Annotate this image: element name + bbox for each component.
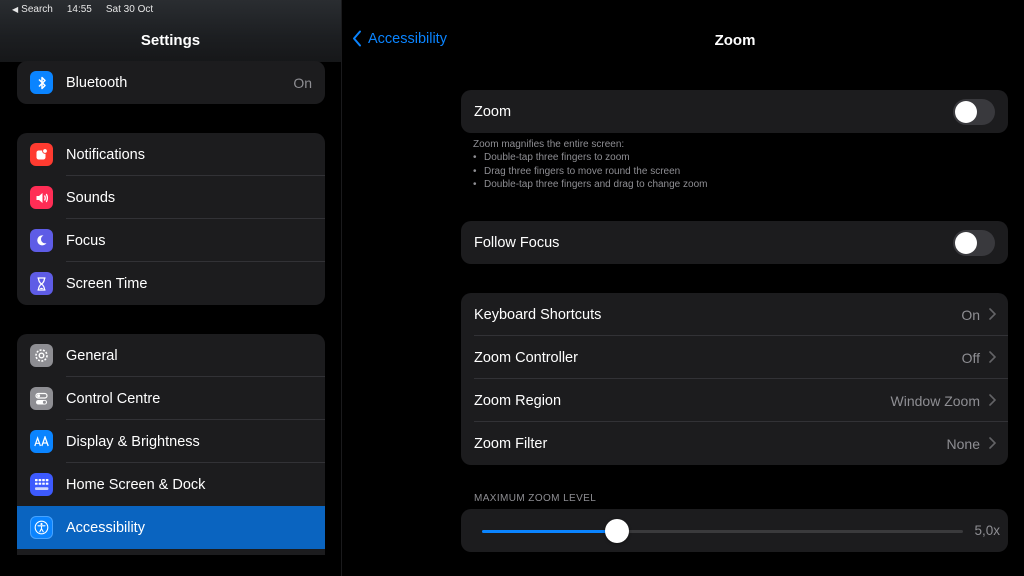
sidebar-item-focus[interactable]: Focus bbox=[17, 219, 325, 262]
sidebar-header: ◀ Search 14:55 Sat 30 Oct Settings bbox=[0, 0, 341, 62]
sidebar-item-label: General bbox=[66, 347, 118, 364]
sidebar-item-home-screen-dock[interactable]: Home Screen & Dock bbox=[17, 463, 325, 506]
sidebar-item-label: Bluetooth bbox=[66, 74, 128, 91]
option-value: None bbox=[946, 435, 980, 452]
focus-moon-icon bbox=[30, 229, 53, 252]
sidebar-item-label: Control Centre bbox=[66, 390, 161, 407]
zoom-label: Zoom bbox=[474, 103, 512, 120]
control-centre-icon bbox=[30, 387, 53, 410]
back-button[interactable]: Accessibility bbox=[352, 30, 447, 47]
footnote-bullet: Double-tap three fingers and drag to cha… bbox=[473, 178, 993, 192]
chevron-right-icon bbox=[989, 350, 997, 366]
display-aa-icon bbox=[30, 430, 53, 453]
accessibility-icon bbox=[30, 516, 53, 539]
sidebar-item-value: On bbox=[293, 74, 312, 91]
sidebar-item-notifications[interactable]: Notifications bbox=[17, 133, 325, 176]
sidebar-group-connectivity: Bluetooth On bbox=[17, 61, 325, 104]
slider-thumb[interactable] bbox=[605, 519, 629, 543]
option-value: Off bbox=[961, 349, 980, 366]
option-value: On bbox=[961, 306, 980, 323]
footnote-heading: Zoom magnifies the entire screen: bbox=[473, 139, 625, 150]
toggle-knob bbox=[955, 100, 977, 123]
sidebar-item-general[interactable]: General bbox=[17, 334, 325, 377]
slider-fill bbox=[482, 530, 617, 533]
zoom-card: Zoom bbox=[461, 90, 1008, 133]
sidebar-group-notifications: Notifications Sounds Focus Screen Time bbox=[17, 133, 325, 305]
bluetooth-icon bbox=[30, 71, 53, 94]
option-value: Window Zoom bbox=[890, 392, 980, 409]
sidebar-item-display-brightness[interactable]: Display & Brightness bbox=[17, 420, 325, 463]
footnote-bullet: Double-tap three fingers to zoom bbox=[473, 151, 993, 165]
sidebar-title: Settings bbox=[140, 32, 201, 49]
follow-focus-label: Follow Focus bbox=[474, 234, 560, 251]
chevron-right-icon bbox=[989, 393, 997, 409]
zoom-toggle[interactable] bbox=[953, 98, 995, 125]
zoom-filter-row[interactable]: Zoom Filter None bbox=[461, 422, 1008, 465]
chevron-left-icon bbox=[353, 30, 361, 47]
option-label: Zoom Region bbox=[474, 392, 562, 409]
sidebar-item-accessibility[interactable]: Accessibility bbox=[17, 506, 325, 549]
option-label: Zoom Filter bbox=[474, 435, 548, 452]
max-zoom-card: 5,0x bbox=[461, 509, 1008, 552]
sidebar-item-bluetooth[interactable]: Bluetooth On bbox=[17, 61, 325, 104]
zoom-region-row[interactable]: Zoom Region Window Zoom bbox=[461, 379, 1008, 422]
sidebar-item-label: Notifications bbox=[66, 146, 145, 163]
notifications-icon bbox=[30, 143, 53, 166]
max-zoom-slider[interactable] bbox=[482, 519, 963, 543]
zoom-footnote: Zoom magnifies the entire screen: Double… bbox=[473, 138, 993, 191]
keyboard-shortcuts-row[interactable]: Keyboard Shortcuts On bbox=[461, 293, 1008, 336]
sidebar-item-label: Home Screen & Dock bbox=[66, 476, 206, 493]
follow-focus-card: Follow Focus bbox=[461, 221, 1008, 264]
sidebar-group-general: General Control Centre Display & Brightn… bbox=[17, 334, 325, 555]
chevron-right-icon bbox=[989, 436, 997, 452]
sidebar-item-label: Display & Brightness bbox=[66, 433, 200, 450]
back-triangle-icon: ◀ bbox=[12, 5, 19, 14]
detail-pane: Accessibility Zoom Zoom Zoom magnifies t… bbox=[342, 0, 1024, 576]
back-app-label: Search bbox=[21, 4, 53, 15]
sidebar-item-label: Accessibility bbox=[66, 519, 145, 536]
home-grid-icon bbox=[30, 473, 53, 496]
max-zoom-header: MAXIMUM ZOOM LEVEL bbox=[474, 493, 597, 504]
zoom-row: Zoom bbox=[461, 90, 1008, 133]
gear-icon bbox=[30, 344, 53, 367]
back-button-label: Accessibility bbox=[368, 30, 447, 47]
back-to-search-link[interactable]: ◀ Search bbox=[12, 4, 53, 15]
hourglass-icon bbox=[30, 272, 53, 295]
sounds-icon bbox=[30, 186, 53, 209]
follow-focus-row: Follow Focus bbox=[461, 221, 1008, 264]
chevron-right-icon bbox=[989, 307, 997, 323]
sidebar-item-control-centre[interactable]: Control Centre bbox=[17, 377, 325, 420]
sidebar-item-sounds[interactable]: Sounds bbox=[17, 176, 325, 219]
status-bar: ◀ Search 14:55 Sat 30 Oct bbox=[12, 4, 153, 15]
status-time: 14:55 bbox=[66, 4, 92, 15]
sidebar-item-label: Focus bbox=[66, 232, 106, 249]
sidebar-item-label: Screen Time bbox=[66, 275, 148, 292]
sidebar: ◀ Search 14:55 Sat 30 Oct Settings Bluet… bbox=[0, 0, 341, 576]
status-date: Sat 30 Oct bbox=[105, 4, 154, 15]
footnote-bullet: Drag three fingers to move round the scr… bbox=[473, 165, 993, 179]
option-label: Zoom Controller bbox=[474, 349, 578, 366]
zoom-controller-row[interactable]: Zoom Controller Off bbox=[461, 336, 1008, 379]
max-zoom-value: 5,0x bbox=[974, 523, 1000, 538]
follow-focus-toggle[interactable] bbox=[953, 229, 995, 256]
option-label: Keyboard Shortcuts bbox=[474, 306, 602, 323]
zoom-options-card: Keyboard Shortcuts On Zoom Controller Of… bbox=[461, 293, 1008, 465]
toggle-knob bbox=[955, 231, 977, 254]
sidebar-item-screen-time[interactable]: Screen Time bbox=[17, 262, 325, 305]
sidebar-item-label: Sounds bbox=[66, 189, 116, 206]
